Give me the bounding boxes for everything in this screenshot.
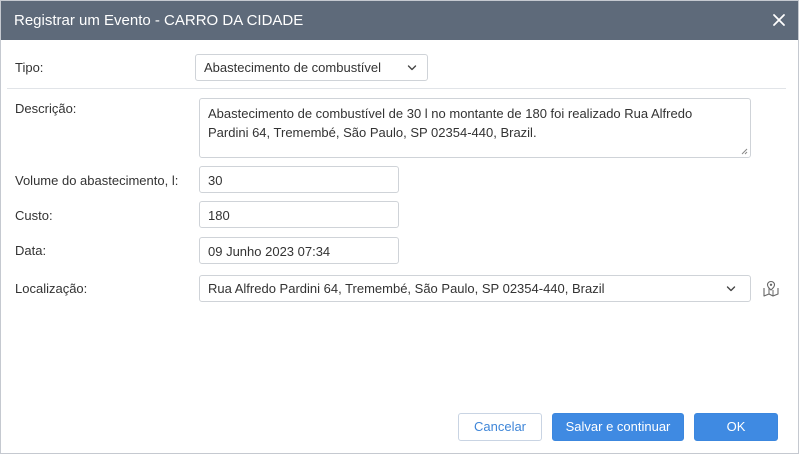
description-line-1: Abastecimento de combustível de 30 l no … — [208, 106, 693, 121]
ok-button[interactable]: OK — [694, 413, 778, 441]
date-label: Data: — [15, 243, 47, 258]
location-label: Localização: — [15, 281, 88, 296]
description-line-2: Pardini 64, Tremembé, São Paulo, SP 0235… — [208, 125, 537, 140]
location-select[interactable]: Rua Alfredo Pardini 64, Tremembé, São Pa… — [199, 275, 751, 302]
cancel-button[interactable]: Cancelar — [458, 413, 542, 441]
dialog-titlebar: Registrar um Evento - CARRO DA CIDADE — [1, 1, 798, 40]
save-continue-button[interactable]: Salvar e continuar — [552, 413, 684, 441]
volume-input[interactable]: 30 — [199, 166, 399, 193]
location-select-value: Rua Alfredo Pardini 64, Tremembé, São Pa… — [208, 281, 605, 296]
volume-label: Volume do abastecimento, l: — [15, 173, 179, 188]
register-event-dialog: Registrar um Evento - CARRO DA CIDADE Ti… — [0, 0, 799, 454]
close-icon[interactable] — [768, 9, 790, 31]
chevron-down-icon — [726, 286, 736, 292]
description-label: Descrição: — [15, 101, 77, 116]
type-label: Tipo: — [15, 60, 44, 75]
dialog-title: Registrar um Evento - CARRO DA CIDADE — [14, 12, 304, 29]
date-input[interactable]: 09 Junho 2023 07:34 — [199, 237, 399, 264]
type-select[interactable]: Abastecimento de combustível — [195, 54, 428, 81]
chevron-down-icon — [407, 65, 417, 71]
description-textarea[interactable]: Abastecimento de combustível de 30 l no … — [199, 98, 751, 158]
map-pin-icon[interactable] — [762, 280, 780, 298]
cost-input[interactable]: 180 — [199, 201, 399, 228]
type-select-value: Abastecimento de combustível — [204, 60, 382, 75]
cost-label: Custo: — [15, 208, 53, 223]
resize-handle-icon[interactable] — [740, 147, 748, 155]
separator — [7, 88, 786, 89]
